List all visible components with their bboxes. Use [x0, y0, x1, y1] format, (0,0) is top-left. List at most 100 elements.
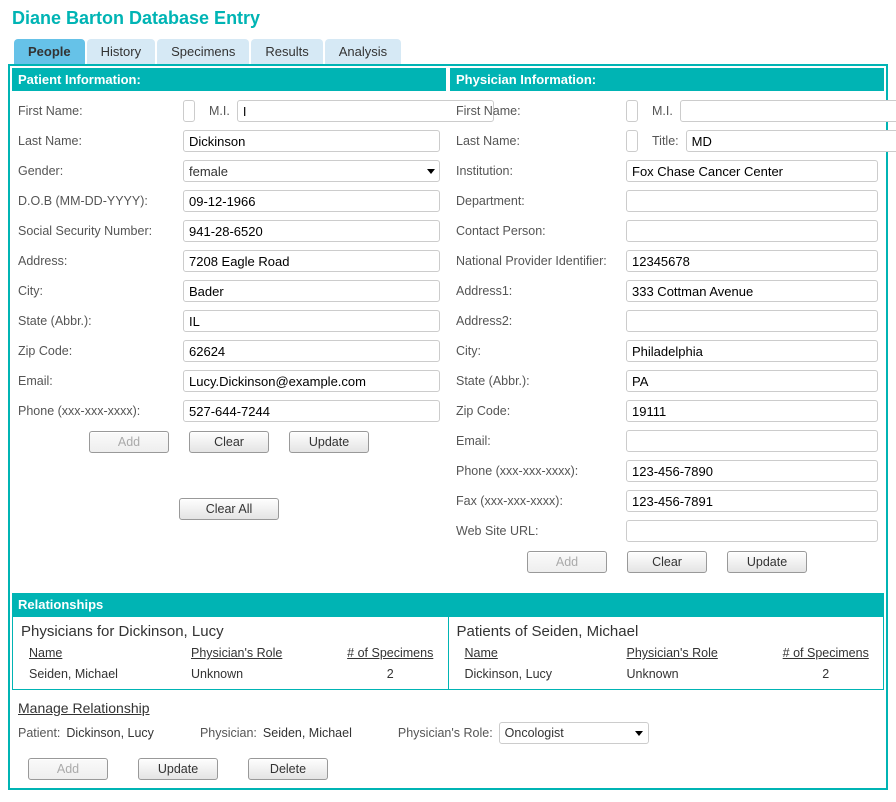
manage-update-button[interactable]: Update — [138, 758, 218, 780]
manage-role-select[interactable]: Oncologist — [499, 722, 649, 744]
col-role: Physician's Role — [191, 646, 341, 663]
patient-state-input[interactable] — [183, 310, 440, 332]
physician-email-input[interactable] — [626, 430, 878, 452]
cell-name: Seiden, Michael — [21, 667, 191, 681]
physician-clear-button[interactable]: Clear — [627, 551, 707, 573]
patient-state-label: State (Abbr.): — [18, 314, 183, 328]
clear-all-button[interactable]: Clear All — [179, 498, 279, 520]
physician-address2-label: Address2: — [456, 314, 626, 328]
physician-city-input[interactable] — [626, 340, 878, 362]
patient-email-input[interactable] — [183, 370, 440, 392]
physician-update-button[interactable]: Update — [727, 551, 807, 573]
patient-city-label: City: — [18, 284, 183, 298]
col-name: Name — [457, 646, 627, 663]
physician-address1-input[interactable] — [626, 280, 878, 302]
physician-phone-label: Phone (xxx-xxx-xxxx): — [456, 464, 626, 478]
page-title: Diane Barton Database Entry — [12, 8, 888, 29]
relationships-section: Relationships Physicians for Dickinson, … — [12, 593, 884, 786]
patient-email-label: Email: — [18, 374, 183, 388]
cell-spec: 2 — [777, 667, 876, 681]
physician-zip-label: Zip Code: — [456, 404, 626, 418]
patient-lastname-input[interactable] — [183, 130, 440, 152]
physician-fax-input[interactable] — [626, 490, 878, 512]
cell-spec: 2 — [341, 667, 440, 681]
chevron-down-icon — [635, 731, 643, 736]
patient-gender-select[interactable]: female — [183, 160, 440, 182]
patient-add-button[interactable]: Add — [89, 431, 169, 453]
relationships-heading: Relationships — [12, 593, 884, 616]
physician-institution-input[interactable] — [626, 160, 878, 182]
cell-role: Unknown — [191, 667, 341, 681]
patient-phone-input[interactable] — [183, 400, 440, 422]
physician-title-label: Title: — [652, 134, 679, 148]
cell-role: Unknown — [627, 667, 777, 681]
manage-role-value: Oncologist — [505, 726, 564, 740]
physician-address1-label: Address1: — [456, 284, 626, 298]
physician-state-label: State (Abbr.): — [456, 374, 626, 388]
physician-title-input[interactable] — [686, 130, 896, 152]
physician-url-label: Web Site URL: — [456, 524, 626, 538]
manage-patient-label: Patient: — [18, 726, 60, 740]
cell-name: Dickinson, Lucy — [457, 667, 627, 681]
chevron-down-icon — [427, 169, 435, 174]
patient-section: Patient Information: First Name: M.I. La… — [12, 68, 446, 585]
tab-specimens[interactable]: Specimens — [157, 39, 249, 64]
physician-lastname-input[interactable] — [626, 130, 638, 152]
physician-url-input[interactable] — [626, 520, 878, 542]
physician-phone-input[interactable] — [626, 460, 878, 482]
patient-ssn-label: Social Security Number: — [18, 224, 183, 238]
patient-zip-input[interactable] — [183, 340, 440, 362]
tab-results[interactable]: Results — [251, 39, 322, 64]
physician-institution-label: Institution: — [456, 164, 626, 178]
physician-section: Physician Information: First Name: M.I. … — [450, 68, 884, 585]
patient-clear-button[interactable]: Clear — [189, 431, 269, 453]
manage-physician-label: Physician: — [200, 726, 257, 740]
tab-people[interactable]: People — [14, 39, 85, 64]
physician-contact-label: Contact Person: — [456, 224, 626, 238]
physician-firstname-input[interactable] — [626, 100, 638, 122]
patient-firstname-label: First Name: — [18, 104, 183, 118]
physician-add-button[interactable]: Add — [527, 551, 607, 573]
physician-email-label: Email: — [456, 434, 626, 448]
physician-firstname-label: First Name: — [456, 104, 626, 118]
manage-relationship: Manage Relationship Patient: Dickinson, … — [12, 700, 884, 786]
physician-fax-label: Fax (xxx-xxx-xxxx): — [456, 494, 626, 508]
physician-mi-label: M.I. — [652, 104, 673, 118]
physician-address2-input[interactable] — [626, 310, 878, 332]
physicians-for-patient-box: Physicians for Dickinson, Lucy Name Phys… — [12, 616, 449, 690]
patient-city-input[interactable] — [183, 280, 440, 302]
physician-zip-input[interactable] — [626, 400, 878, 422]
physician-department-input[interactable] — [626, 190, 878, 212]
tab-analysis[interactable]: Analysis — [325, 39, 401, 64]
patient-lastname-label: Last Name: — [18, 134, 183, 148]
table-row[interactable]: Dickinson, Lucy Unknown 2 — [457, 667, 876, 681]
col-spec: # of Specimens — [341, 646, 440, 663]
patient-mi-label: M.I. — [209, 104, 230, 118]
col-spec: # of Specimens — [777, 646, 876, 663]
physician-npi-input[interactable] — [626, 250, 878, 272]
manage-patient-value: Dickinson, Lucy — [66, 726, 154, 740]
physician-npi-label: National Provider Identifier: — [456, 254, 626, 268]
manage-role-label: Physician's Role: — [398, 726, 493, 740]
patient-gender-value: female — [189, 164, 228, 179]
patients-of-physician-box: Patients of Seiden, Michael Name Physici… — [449, 616, 885, 690]
patient-dob-label: D.O.B (MM-DD-YYYY): — [18, 194, 183, 208]
tab-history[interactable]: History — [87, 39, 155, 64]
patient-address-label: Address: — [18, 254, 183, 268]
manage-add-button[interactable]: Add — [28, 758, 108, 780]
patient-ssn-input[interactable] — [183, 220, 440, 242]
manage-delete-button[interactable]: Delete — [248, 758, 328, 780]
patient-zip-label: Zip Code: — [18, 344, 183, 358]
patient-update-button[interactable]: Update — [289, 431, 369, 453]
physician-state-input[interactable] — [626, 370, 878, 392]
physician-contact-input[interactable] — [626, 220, 878, 242]
physician-lastname-label: Last Name: — [456, 134, 626, 148]
patient-gender-label: Gender: — [18, 164, 183, 178]
physicians-for-patient-title: Physicians for Dickinson, Lucy — [21, 623, 440, 640]
physician-mi-input[interactable] — [680, 100, 896, 122]
table-row[interactable]: Seiden, Michael Unknown 2 — [21, 667, 440, 681]
patients-of-physician-title: Patients of Seiden, Michael — [457, 623, 876, 640]
patient-address-input[interactable] — [183, 250, 440, 272]
patient-dob-input[interactable] — [183, 190, 440, 212]
patient-firstname-input[interactable] — [183, 100, 195, 122]
